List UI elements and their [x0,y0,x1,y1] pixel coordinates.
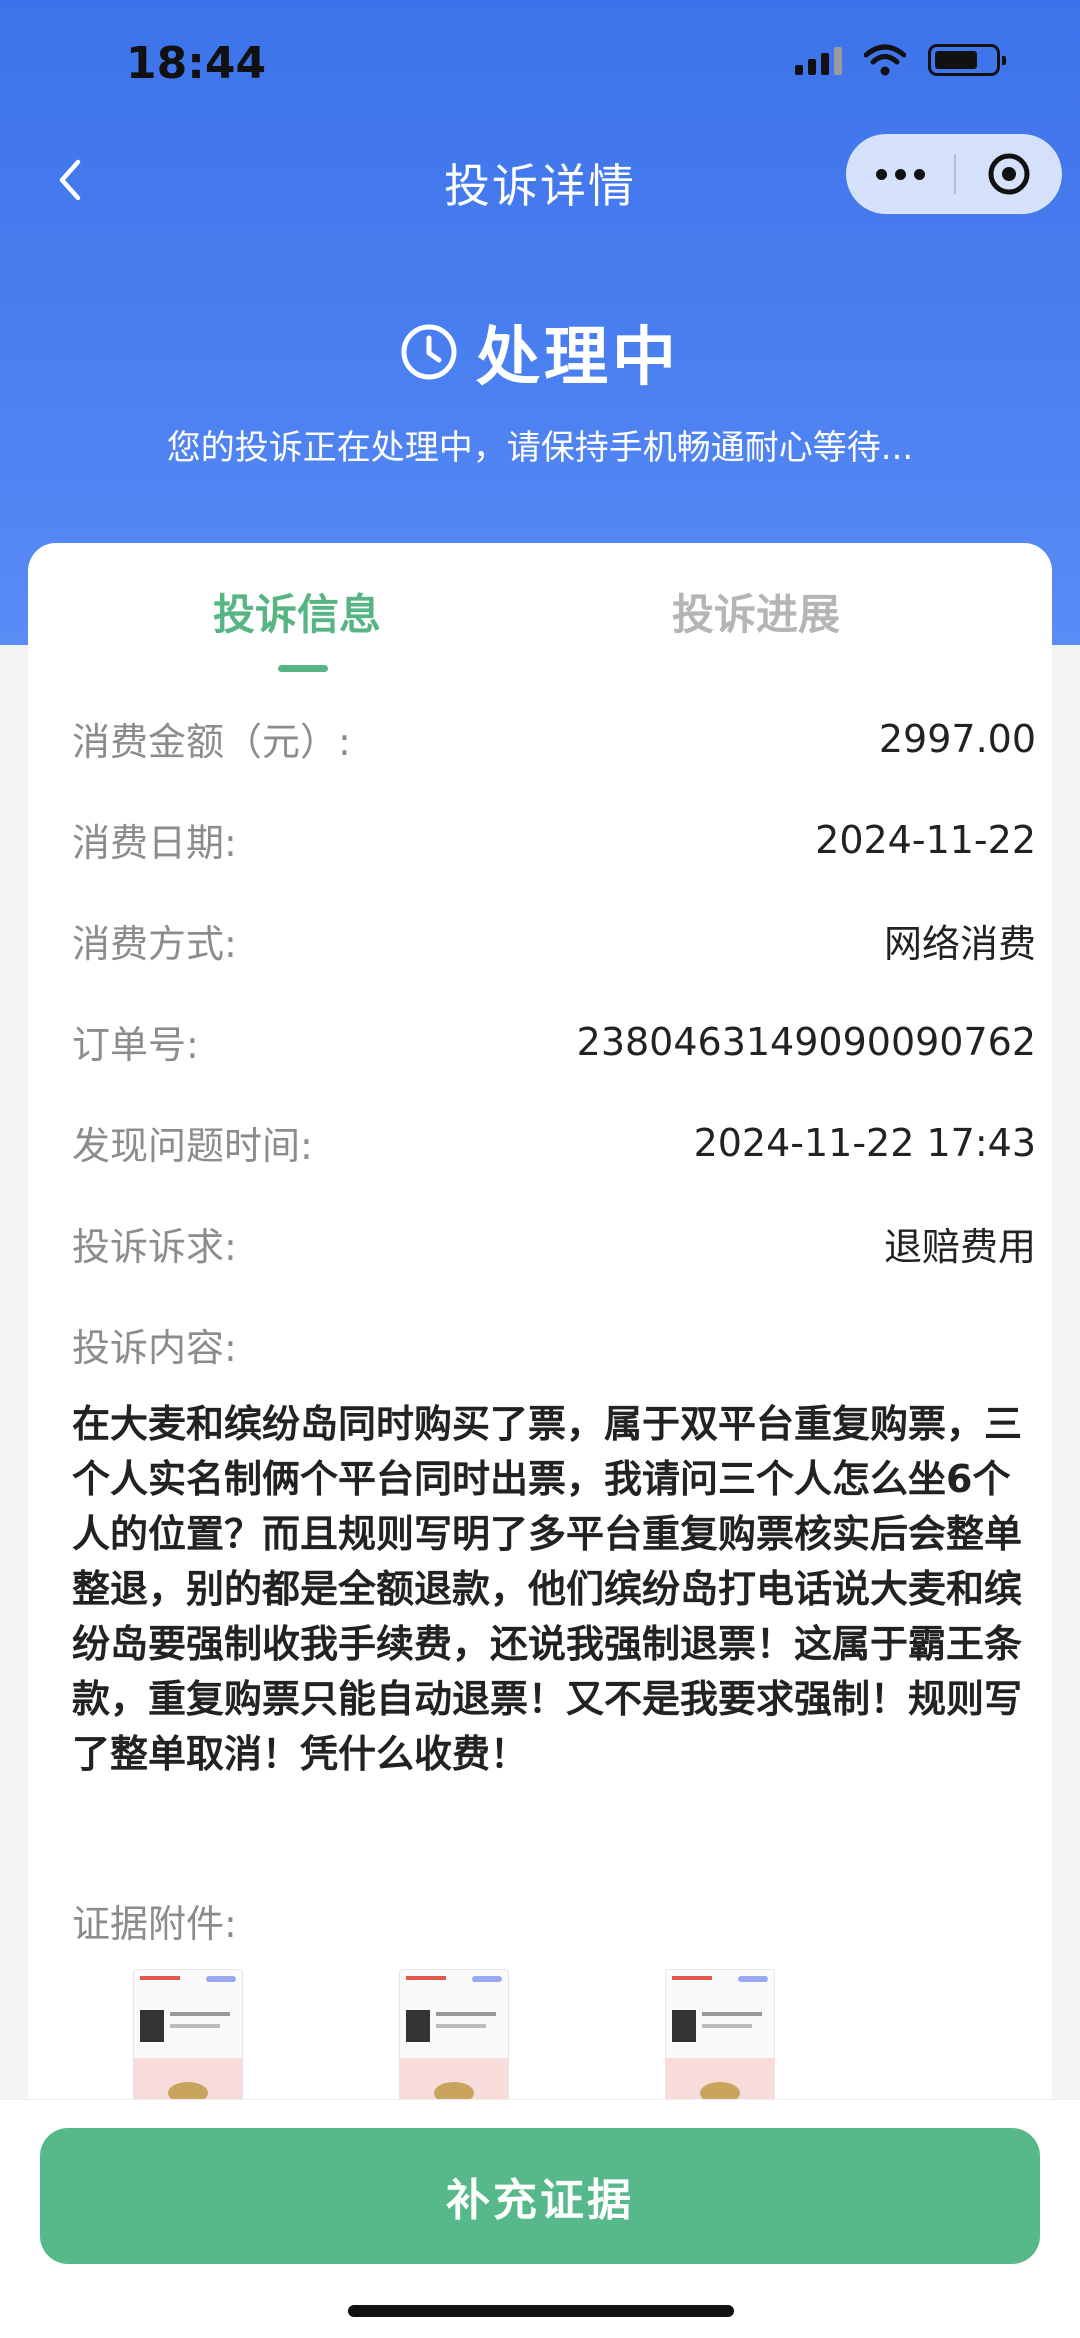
wifi-icon [864,44,906,76]
detail-value: 退赔费用 [883,1225,1036,1269]
detail-row-issue-time: 发现问题时间: 2024-11-22 17:43 [72,1115,1036,1170]
complaint-content-text: 在大麦和缤纷岛同时购买了票，属于双平台重复购票，三个人实名制俩个平台同时出票，我… [72,1402,1023,1776]
detail-value: 网络消费 [883,922,1036,966]
detail-label: 订单号: [72,1023,199,1067]
detail-label: 投诉诉求: [72,1225,237,1269]
attachment-thumbnail[interactable] [133,1969,243,2103]
tab-bar: 投诉信息 投诉进展 [28,543,1052,672]
detail-value: 2024-11-22 17:43 [693,1120,1036,1165]
attachment-list [133,1969,775,2103]
detail-row-order: 订单号: 23804631490900907​62 [72,1014,1036,1069]
status-icons [795,44,1006,76]
detail-row-date: 消费日期: 2024-11-22 [72,812,1036,867]
status-heading: 处理中 [0,306,1080,398]
attachment-thumbnail[interactable] [399,1969,509,2103]
status-time: 18:44 [126,38,267,89]
bottom-action-bar: 补充证据 [0,2099,1080,2338]
complaint-card: 投诉信息 投诉进展 消费金额（元）: 2997.00 消费日期: 2024-11… [28,543,1052,2103]
attachments-label: 证据附件: [72,1902,237,1946]
detail-value: 2024-11-22 [815,817,1036,862]
detail-row-amount: 消费金额（元）: 2997.00 [72,711,1036,766]
detail-row-content: 投诉内容: [72,1317,1036,1372]
active-tab-indicator [278,665,328,672]
content-label: 投诉内容: [72,1326,237,1370]
status-subtitle: 您的投诉正在处理中，请保持手机畅通耐心等待... [166,428,914,468]
detail-row-method: 消费方式: 网络消费 [72,913,1036,968]
tab-complaint-progress[interactable]: 投诉进展 [672,581,840,642]
battery-icon [928,44,1006,76]
home-indicator [348,2305,734,2317]
detail-label: 消费日期: [72,821,237,865]
detail-row-demand: 投诉诉求: 退赔费用 [72,1216,1036,1271]
miniprogram-capsule [846,134,1062,214]
more-icon[interactable] [846,168,954,180]
close-miniprogram-icon[interactable] [956,151,1062,197]
tab-complaint-info[interactable]: 投诉信息 [213,581,381,642]
detail-label: 发现问题时间: [72,1124,313,1168]
signal-icon [795,45,842,75]
status-title: 处理中 [476,321,680,395]
detail-value: 23804631490900907​62 [576,1019,1036,1064]
attachment-thumbnail[interactable] [665,1969,775,2103]
detail-value: 2997.00 [878,716,1036,761]
clock-icon [401,324,457,380]
supplement-evidence-button[interactable]: 补充证据 [40,2128,1040,2264]
detail-label: 消费方式: [72,922,237,966]
detail-label: 消费金额（元）: [72,720,351,764]
